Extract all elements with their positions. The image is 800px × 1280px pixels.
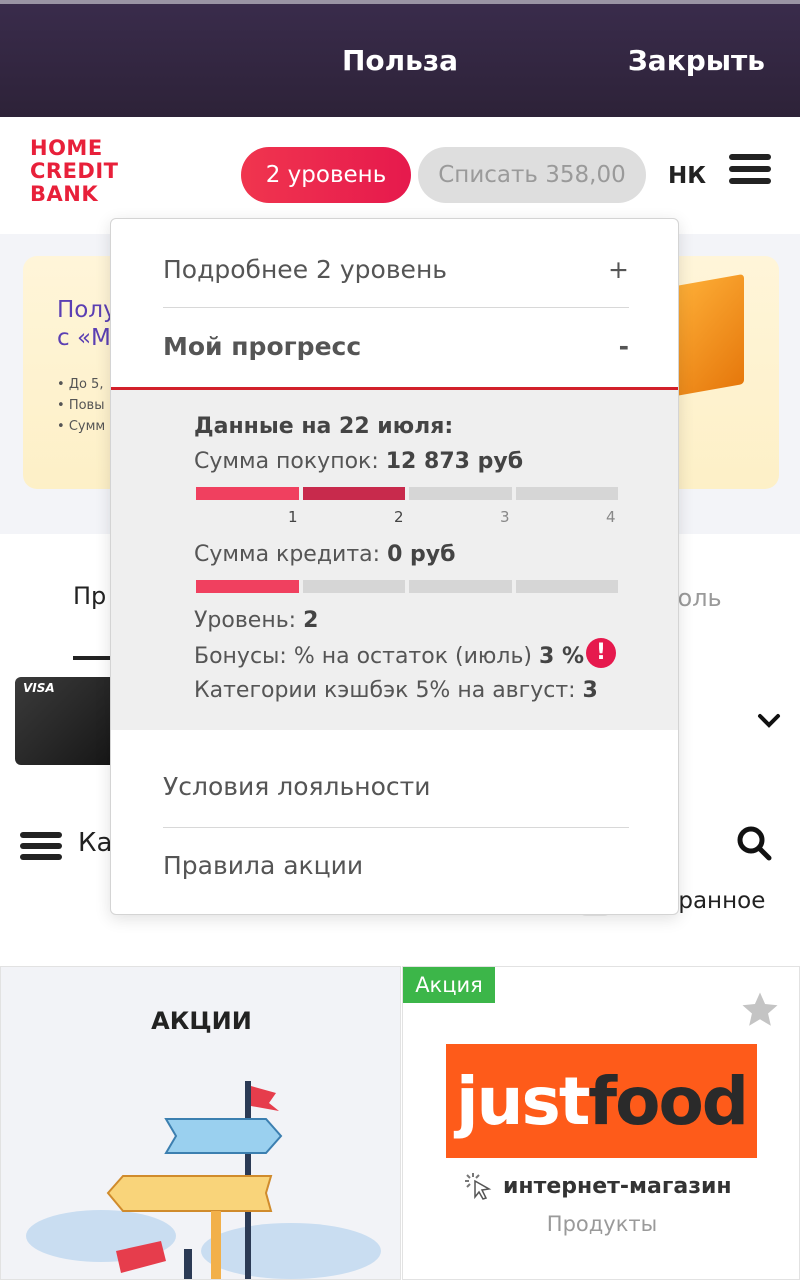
purchases-progress-bar xyxy=(196,487,618,500)
menu-icon[interactable] xyxy=(729,154,771,184)
categories-menu-icon[interactable] xyxy=(20,832,62,860)
promotions-tile[interactable]: АКЦИИ xyxy=(0,966,401,1280)
logo-text-food: food xyxy=(588,1062,749,1140)
status-strip xyxy=(0,0,800,4)
level-button[interactable]: 2 уровень xyxy=(241,147,411,203)
loyalty-terms-item[interactable]: Условия лояльности xyxy=(163,772,629,801)
credit-progress-bar xyxy=(196,580,618,593)
logo-line: HOME xyxy=(30,136,103,160)
close-button[interactable]: Закрыть xyxy=(628,44,765,77)
progress-panel: Данные на 22 июля: Сумма покупок: 12 873… xyxy=(111,390,678,730)
search-icon[interactable] xyxy=(736,825,772,861)
logo-line: BANK xyxy=(30,182,99,206)
card-brand: VISA xyxy=(23,681,55,695)
top-bar: Польза Закрыть xyxy=(0,0,800,117)
expand-plus-icon[interactable]: + xyxy=(608,255,629,284)
bar-segment xyxy=(409,580,512,593)
tick-label: 3 xyxy=(500,508,510,526)
bar-segment xyxy=(302,487,405,500)
credit-sum: Сумма кредита: 0 руб xyxy=(194,542,455,567)
my-progress-label: Мой прогресс xyxy=(163,332,362,361)
level-value: 2 xyxy=(303,608,319,633)
tick-label: 2 xyxy=(394,508,404,526)
cashback-value: 3 xyxy=(582,678,598,703)
shop-category: Продукты xyxy=(546,1212,658,1236)
banner-bullet: • Повы xyxy=(57,398,105,413)
alert-icon[interactable]: ! xyxy=(586,638,616,668)
banner-title: Полу с «М xyxy=(57,296,117,352)
banner-title-line: с «М xyxy=(57,325,111,351)
spend-bonus-button[interactable]: Списать 358,00 xyxy=(418,147,646,203)
categories-label[interactable]: Ка xyxy=(78,828,112,858)
tick-label: 1 xyxy=(288,508,298,526)
tab-right[interactable]: юль xyxy=(672,584,722,612)
active-tab-indicator xyxy=(73,656,113,660)
divider xyxy=(163,307,629,308)
promo-rules-item[interactable]: Правила акции xyxy=(163,851,629,880)
cashback-info: Категории кэшбэк 5% на август: 3 xyxy=(194,678,598,703)
shop-type: интернет-магазин xyxy=(463,1171,732,1201)
purchases-label: Сумма покупок: xyxy=(194,449,379,474)
level-ticks: 1 2 3 4 xyxy=(196,508,618,528)
divider xyxy=(163,827,629,828)
level-details-item[interactable]: Подробнее 2 уровень + xyxy=(163,255,629,284)
level-label: Уровень: xyxy=(194,608,297,633)
bonus-label: Бонусы: % на остаток (июль) xyxy=(194,644,533,669)
banner-title-line: Полу xyxy=(57,297,117,323)
promotions-title: АКЦИИ xyxy=(151,1007,252,1035)
tab-left[interactable]: Пр xyxy=(73,582,106,610)
cashback-label: Категории кэшбэк 5% на август: xyxy=(194,678,576,703)
cursor-click-icon xyxy=(465,1173,492,1200)
promo-badge: Акция xyxy=(403,967,495,1003)
bar-segment xyxy=(409,487,512,500)
bar-segment xyxy=(515,580,618,593)
bar-segment xyxy=(302,580,405,593)
shop-type-label: интернет-магазин xyxy=(503,1173,732,1199)
purchases-value: 12 873 руб xyxy=(385,449,524,474)
bar-segment xyxy=(515,487,618,500)
banner-bullet: • До 5, xyxy=(57,377,104,392)
header: HOME CREDIT BANK 2 уровень Списать 358,0… xyxy=(0,117,800,234)
collapse-minus-icon[interactable]: - xyxy=(619,332,629,361)
tick-label: 4 xyxy=(606,508,616,526)
banner-bullet: • Сумм xyxy=(57,419,106,434)
level-dropdown: Подробнее 2 уровень + Мой прогресс - Дан… xyxy=(110,218,679,915)
bonus-value: 3 % xyxy=(539,644,585,669)
bonus-info: Бонусы: % на остаток (июль) 3 % xyxy=(194,644,584,669)
justfood-logo: just food xyxy=(446,1044,757,1158)
bar-segment xyxy=(196,487,299,500)
justfood-tile[interactable]: Акция just food интернет-магазин Продукты xyxy=(402,966,800,1280)
credit-label: Сумма кредита: xyxy=(194,542,381,567)
signpost-illustration xyxy=(26,1081,381,1279)
star-icon[interactable] xyxy=(739,989,781,1031)
user-initials[interactable]: НК xyxy=(668,163,706,189)
logo-text-just: just xyxy=(455,1062,590,1140)
progress-date: Данные на 22 июля: xyxy=(194,414,454,439)
level-info: Уровень: 2 xyxy=(194,608,318,633)
chevron-down-icon[interactable] xyxy=(757,710,781,735)
bar-segment xyxy=(196,580,299,593)
purchases-sum: Сумма покупок: 12 873 руб xyxy=(194,449,523,474)
my-progress-item[interactable]: Мой прогресс - xyxy=(163,332,629,361)
credit-value: 0 руб xyxy=(387,542,456,567)
level-details-label: Подробнее 2 уровень xyxy=(163,255,448,284)
banner-bullets: • До 5, • Повы • Сумм xyxy=(57,374,105,437)
visa-card-image: VISA xyxy=(15,677,125,765)
home-credit-logo[interactable]: HOME CREDIT BANK xyxy=(30,137,119,206)
logo-line: CREDIT xyxy=(30,159,119,183)
